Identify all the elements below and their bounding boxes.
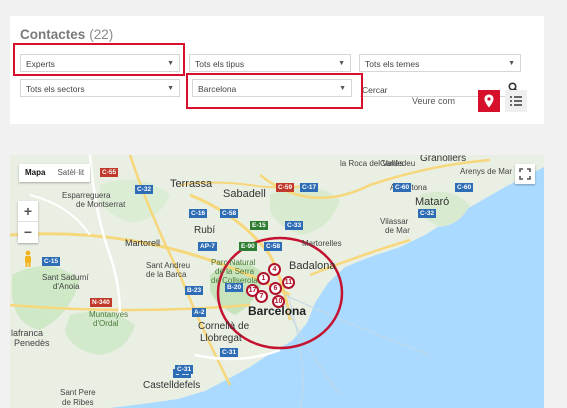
map-markers: 4 1 6 11 7 17 10 <box>10 155 544 408</box>
types-select-value: Tots els tipus <box>195 59 245 69</box>
contacts-title-label: Contactes <box>20 27 86 42</box>
sectors-select[interactable]: Tots els sectors ▼ <box>20 79 180 97</box>
map-marker[interactable]: 11 <box>282 276 295 289</box>
chevron-down-icon: ▼ <box>508 60 515 67</box>
map-type-toggle[interactable]: Mapa Satèl·lit <box>19 164 91 182</box>
types-select[interactable]: Tots els tipus ▼ <box>189 54 351 72</box>
map-type-satellite[interactable]: Satèl·lit <box>51 164 90 182</box>
contacts-count: (22) <box>89 27 114 42</box>
list-icon <box>510 96 522 106</box>
experts-highlight <box>13 43 185 76</box>
map-marker[interactable]: 4 <box>268 263 281 276</box>
map-marker[interactable]: 1 <box>257 272 270 285</box>
contacts-title: Contactes (22) <box>20 27 113 42</box>
zoom-in-button[interactable]: + <box>18 201 38 222</box>
topics-select[interactable]: Tots els temes ▼ <box>359 54 521 72</box>
sectors-select-value: Tots els sectors <box>26 84 85 94</box>
map-view-button[interactable] <box>478 90 500 112</box>
zoom-controls: + − <box>18 201 38 243</box>
view-as-label: Veure com <box>412 96 456 106</box>
zoom-out-button[interactable]: − <box>18 222 38 243</box>
fullscreen-icon <box>519 168 531 180</box>
map-pin-icon <box>484 94 494 108</box>
map-marker[interactable]: 17 <box>246 284 259 297</box>
chevron-down-icon: ▼ <box>167 85 174 92</box>
chevron-down-icon: ▼ <box>338 60 345 67</box>
map-type-map[interactable]: Mapa <box>19 164 51 182</box>
topics-select-value: Tots els temes <box>365 59 420 69</box>
list-view-button[interactable] <box>505 90 527 112</box>
map-marker[interactable]: 10 <box>272 295 285 308</box>
filters-panel: Contactes (22) Experts ▼ Tots els tipus ▼… <box>10 16 544 124</box>
map-area[interactable]: Terrassa Sabadell Badalona Barcelona Mat… <box>10 155 544 408</box>
city-highlight <box>186 73 363 109</box>
street-view-pegman-icon[interactable] <box>22 250 34 268</box>
fullscreen-button[interactable] <box>515 164 535 184</box>
map-marker[interactable]: 6 <box>269 282 282 295</box>
